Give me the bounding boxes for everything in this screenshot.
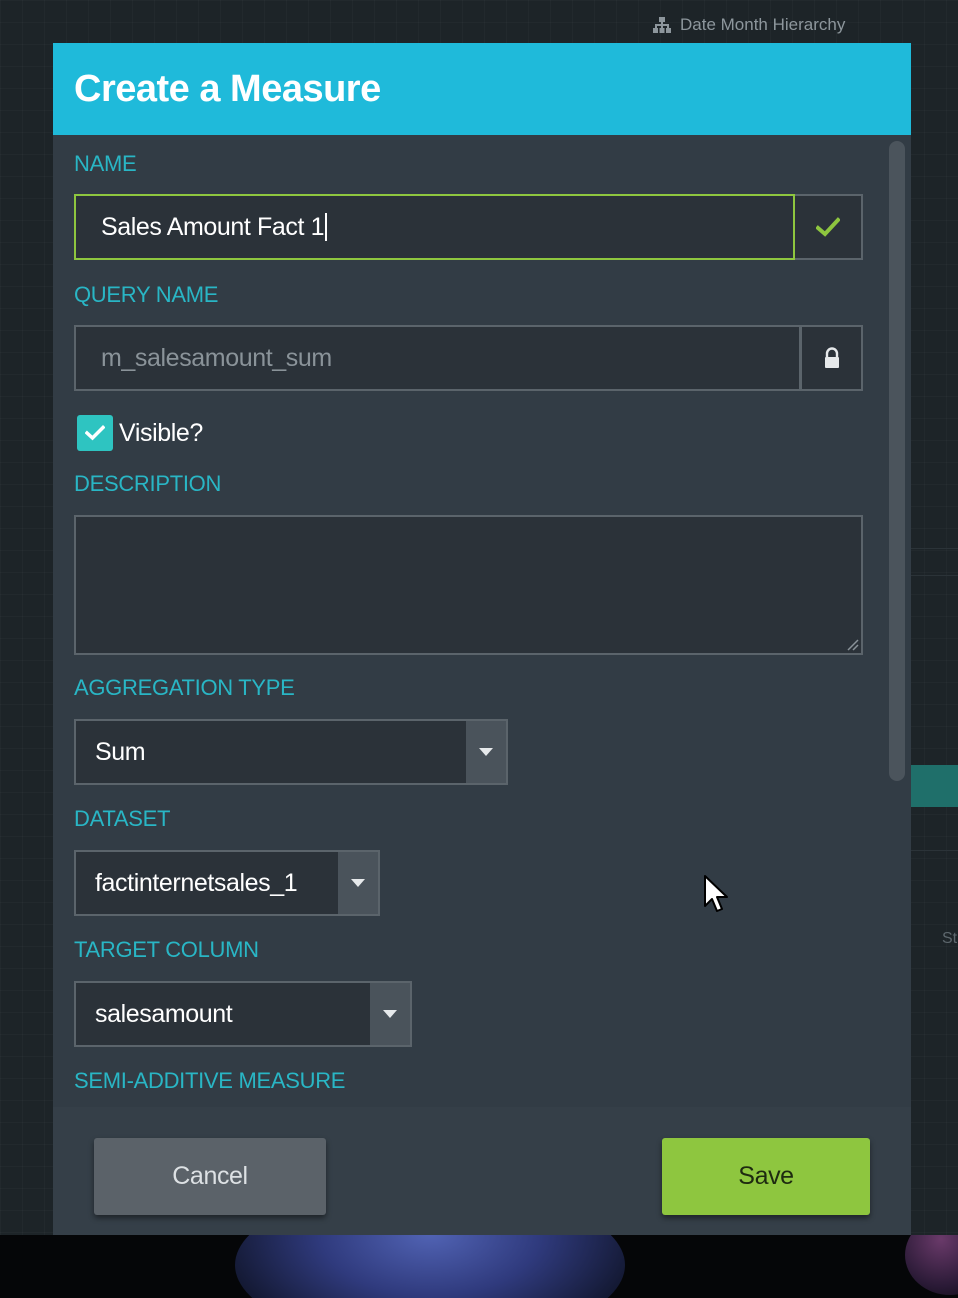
dataset-value: factinternetsales_1 — [95, 868, 298, 897]
aggregation-type-select[interactable]: Sum — [74, 719, 508, 785]
hierarchy-tag-label: Date Month Hierarchy — [680, 15, 846, 34]
mouse-pointer-icon — [704, 875, 728, 912]
query-name-label: QUERY NAME — [74, 282, 219, 307]
dialog-title: Create a Measure — [74, 68, 381, 110]
create-measure-dialog: Create a Measure NAME Sales Amount Fact … — [53, 43, 911, 1235]
description-textarea[interactable] — [74, 515, 863, 655]
lock-icon — [824, 347, 839, 368]
dialog-header: Create a Measure — [53, 43, 911, 135]
aggregation-type-value: Sum — [95, 737, 146, 766]
query-name-input: m_salesamount_sum — [74, 325, 801, 391]
resize-grip-icon[interactable] — [845, 637, 859, 651]
dialog-scrollbar[interactable] — [889, 141, 905, 781]
background-divider — [911, 850, 958, 851]
save-button[interactable]: Save — [662, 1138, 870, 1215]
aggregation-dropdown-button[interactable] — [466, 721, 506, 783]
dataset-select[interactable]: factinternetsales_1 — [74, 850, 380, 916]
dataset-dropdown-button[interactable] — [338, 852, 378, 914]
caret-down-icon — [479, 748, 493, 756]
caret-down-icon — [383, 1010, 397, 1018]
aggregation-type-label: AGGREGATION TYPE — [74, 675, 295, 700]
query-name-lock-button[interactable] — [800, 325, 863, 391]
background-divider — [911, 548, 958, 549]
name-valid-indicator — [795, 194, 863, 260]
check-icon — [816, 217, 840, 237]
target-column-value: salesamount — [95, 999, 233, 1028]
background-teal-bar — [911, 765, 958, 807]
dialog-footer: Cancel Save — [53, 1107, 911, 1235]
description-label: DESCRIPTION — [74, 471, 222, 496]
visible-label[interactable]: Visible? — [119, 415, 203, 451]
name-input[interactable]: Sales Amount Fact 1 — [74, 194, 795, 260]
target-column-select[interactable]: salesamount — [74, 981, 412, 1047]
text-caret — [325, 213, 328, 241]
cancel-button[interactable]: Cancel — [94, 1138, 326, 1215]
name-label: NAME — [74, 151, 137, 176]
caret-down-icon — [351, 879, 365, 887]
target-column-label: TARGET COLUMN — [74, 937, 259, 962]
globe-image — [235, 1235, 625, 1298]
bottom-strip — [0, 1235, 958, 1298]
query-name-value: m_salesamount_sum — [101, 343, 332, 372]
globe-image — [905, 1235, 958, 1295]
hierarchy-icon — [653, 17, 671, 33]
check-icon — [85, 425, 105, 441]
hierarchy-tag[interactable]: Date Month Hierarchy — [652, 12, 845, 38]
target-column-dropdown-button[interactable] — [370, 983, 410, 1045]
name-input-value: Sales Amount Fact 1 — [101, 212, 325, 241]
background-divider — [911, 575, 958, 576]
visible-checkbox[interactable] — [77, 415, 113, 451]
semi-additive-label: SEMI-ADDITIVE MEASURE — [74, 1068, 346, 1093]
dataset-label: DATASET — [74, 806, 171, 831]
background-text-fragment: St — [942, 930, 958, 947]
